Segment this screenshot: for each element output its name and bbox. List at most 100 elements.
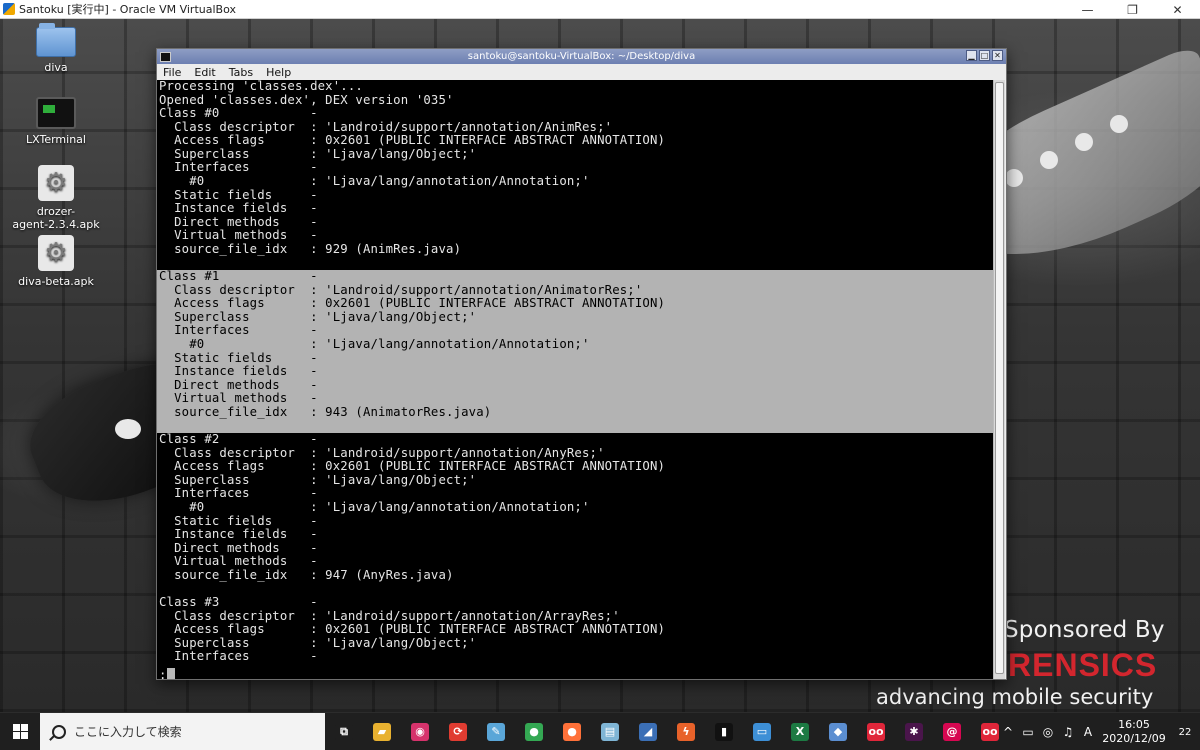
debian-icon: @ (943, 722, 961, 741)
terminal-output[interactable]: Processing 'classes.dex'... Opened 'class… (157, 80, 994, 679)
terminal-line: Interfaces - (159, 160, 318, 175)
desktop-icon-lxterminal[interactable]: LXTerminal (6, 97, 106, 146)
battery-icon[interactable]: ▭ (1018, 725, 1038, 739)
host-taskbar: ここに入力して検索 ⧉ ▰ ◉ ⟳ ✎ ● ● ▤ ◢ ϟ ▮ ▭ X ◆ oo ✱ @ oo ^ ▭ ◎ ♫ A… (0, 712, 1200, 750)
terminal-line: Virtual methods - (159, 228, 318, 243)
desktop-icon-drozer-apk[interactable]: ⚙ drozer- agent-2.3.4.apk (6, 165, 106, 231)
wallpaper-knife-rivet (115, 419, 141, 439)
terminal-minimize-button[interactable]: ▁ (966, 50, 977, 61)
excel-icon: X (791, 722, 809, 741)
terminal-line: Access flags : 0x2601 (PUBLIC INTERFACE … (157, 297, 994, 311)
menu-help[interactable]: Help (266, 66, 291, 79)
ime-indicator[interactable]: A (1078, 725, 1098, 739)
desktop-icon-label: diva-beta.apk (18, 275, 94, 288)
terminal-line: Class #0 - (159, 106, 318, 121)
terminal-line: Direct methods - (157, 378, 994, 393)
file-explorer-icon: ▰ (373, 722, 391, 741)
terminal-line: Interfaces - (159, 649, 318, 664)
terminal-line: Class #1 - (157, 270, 994, 284)
wireshark-taskbar-button[interactable]: ◢ (629, 713, 667, 750)
terminal-line: Instance fields - (159, 201, 318, 216)
burp-icon: ϟ (677, 722, 695, 741)
terminal-title-bar[interactable]: santoku@santoku-VirtualBox: ~/Desktop/di… (157, 49, 1006, 64)
terminal-line: #0 : 'Ljava/lang/annotation/Annotation;' (159, 174, 590, 189)
terminal-line: Access flags : 0x2601 (PUBLIC INTERFACE … (159, 622, 666, 637)
terminal-line: Instance fields - (157, 365, 994, 379)
desktop-icon-label: diva (44, 61, 68, 74)
apk-gear-icon: ⚙ (38, 165, 74, 201)
terminal-maximize-button[interactable]: □ (979, 50, 990, 61)
app-sync-taskbar-button[interactable]: ⟳ (439, 713, 477, 750)
terminal-taskbar-button[interactable]: ▮ (705, 713, 743, 750)
terminal-icon: ▮ (715, 722, 733, 741)
window-controls: — ❐ ✕ (1065, 0, 1200, 19)
menu-edit[interactable]: Edit (194, 66, 215, 79)
wallpaper-dimple (1040, 151, 1058, 169)
terminal-line: Instance fields - (159, 527, 318, 542)
terminal-close-button[interactable]: ✕ (992, 50, 1003, 61)
terminal-line: source_file_idx : 929 (AnimRes.java) (159, 241, 462, 256)
terminal-line: Static fields - (159, 513, 318, 528)
notes-icon: ▤ (601, 722, 619, 741)
wallpaper-tagline: advancing mobile security (876, 685, 1154, 709)
notification-center[interactable]: 22 (1170, 713, 1200, 750)
terminal-scrollbar[interactable] (993, 80, 1005, 679)
terminal-line: Access flags : 0x2601 (PUBLIC INTERFACE … (159, 133, 666, 148)
terminal-line: Direct methods - (159, 540, 318, 555)
terminal-line: Interfaces - (159, 486, 318, 501)
debian-taskbar-button[interactable]: @ (933, 713, 971, 750)
firefox-taskbar-button[interactable]: ● (553, 713, 591, 750)
clock[interactable]: 16:05 2020/12/09 (1098, 718, 1170, 746)
minimize-button[interactable]: — (1065, 0, 1110, 19)
terminal-window-controls: ▁ □ ✕ (966, 50, 1003, 61)
menu-tabs[interactable]: Tabs (229, 66, 253, 79)
notes-taskbar-button[interactable]: ▤ (591, 713, 629, 750)
virtualbox-title-bar: Santoku [実行中] - Oracle VM VirtualBox — ❐… (0, 0, 1200, 19)
terminal-line: Class #2 - (159, 432, 318, 447)
start-button[interactable] (0, 713, 40, 750)
terminal-menu-bar: File Edit Tabs Help (157, 64, 1006, 80)
wallpaper-brand-text: RENSICS (1008, 647, 1158, 683)
app-red-circle-taskbar-button[interactable]: oo (857, 713, 895, 750)
clock-time: 16:05 (1118, 718, 1150, 731)
remote-desktop-taskbar-button[interactable]: ▭ (743, 713, 781, 750)
desktop-icon-diva[interactable]: diva (6, 23, 106, 74)
lxterminal-window[interactable]: santoku@santoku-VirtualBox: ~/Desktop/di… (156, 48, 1007, 680)
virtualbox-icon: ◆ (829, 722, 847, 741)
virtualbox-taskbar-button[interactable]: ◆ (819, 713, 857, 750)
taskbar-search[interactable]: ここに入力して検索 (40, 712, 325, 750)
wireshark-icon: ◢ (639, 722, 657, 741)
close-button[interactable]: ✕ (1155, 0, 1200, 19)
wallpaper-dimple (1110, 115, 1128, 133)
terminal-line: Superclass : 'Ljava/lang/Object;' (159, 635, 477, 650)
burp-taskbar-button[interactable]: ϟ (667, 713, 705, 750)
terminal-line: Processing 'classes.dex'... (159, 80, 363, 93)
slack-taskbar-button[interactable]: ✱ (895, 713, 933, 750)
desktop-icon-diva-beta-apk[interactable]: ⚙ diva-beta.apk (6, 235, 106, 288)
app-oo-icon: oo (981, 722, 999, 741)
slack-icon: ✱ (905, 722, 923, 741)
task-view-icon: ⧉ (335, 722, 353, 741)
excel-taskbar-button[interactable]: X (781, 713, 819, 750)
volume-icon[interactable]: ♫ (1058, 725, 1078, 739)
app-sync-icon: ⟳ (449, 722, 467, 741)
restore-button[interactable]: ❐ (1110, 0, 1155, 19)
terminal-line: #0 : 'Ljava/lang/annotation/Annotation;' (159, 499, 590, 514)
tray-overflow-icon[interactable]: ^ (998, 725, 1018, 739)
firefox-icon: ● (563, 722, 581, 741)
terminal-title: santoku@santoku-VirtualBox: ~/Desktop/di… (467, 51, 696, 62)
terminal-icon (36, 97, 76, 129)
terminal-line: Class descriptor : 'Landroid/support/ann… (159, 119, 613, 134)
terminal-line: source_file_idx : 943 (AnimatorRes.java) (157, 405, 994, 420)
terminal-line: : (159, 667, 167, 679)
terminal-cursor (166, 668, 175, 679)
scrollbar-thumb[interactable] (995, 82, 1004, 674)
windows-logo-icon (12, 724, 28, 739)
wifi-icon[interactable]: ◎ (1038, 725, 1058, 739)
chrome-taskbar-button[interactable]: ● (515, 713, 553, 750)
menu-file[interactable]: File (163, 66, 181, 79)
app-pink-taskbar-button[interactable]: ◉ (401, 713, 439, 750)
task-view-taskbar-button[interactable]: ⧉ (325, 713, 363, 750)
file-explorer-taskbar-button[interactable]: ▰ (363, 713, 401, 750)
paint-taskbar-button[interactable]: ✎ (477, 713, 515, 750)
